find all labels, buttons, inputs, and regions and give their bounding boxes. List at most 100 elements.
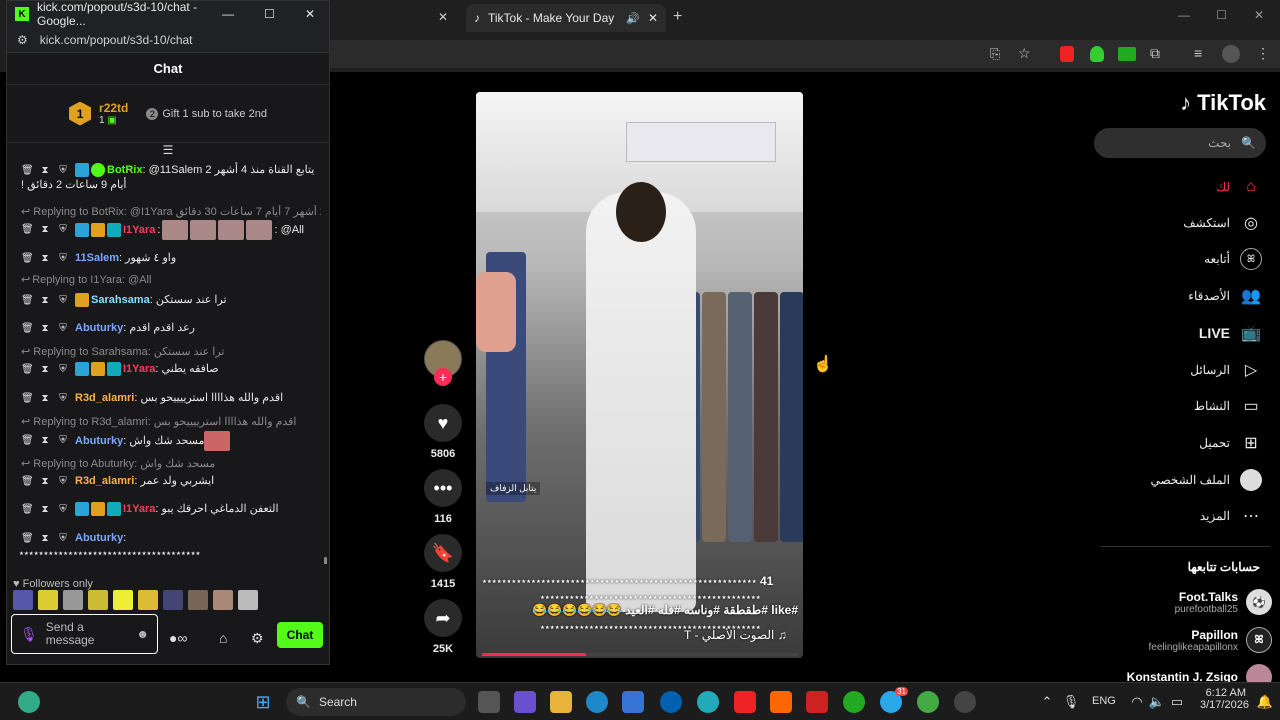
reply-context[interactable]: ↩ Replying to BotRix: @I1Yara يتابع القن… xyxy=(7,205,321,219)
new-tab-button[interactable]: + xyxy=(673,8,682,26)
share-arrow-icon[interactable]: ➦ xyxy=(424,599,462,637)
share-action[interactable]: ➦ 25K xyxy=(424,599,462,655)
menu-dots-icon[interactable]: ⋮ xyxy=(1256,45,1270,62)
chat-username[interactable]: BotRix xyxy=(107,164,142,176)
reply-context[interactable]: ↩ Replying to R3d_alamri: اقدم والله هذا… xyxy=(7,415,321,429)
battery-icon[interactable]: ▭ xyxy=(1166,691,1188,713)
minimize-icon[interactable]: — xyxy=(222,7,234,21)
tiktok-logo[interactable]: ♪ TikTok xyxy=(1180,90,1266,116)
timeout-icon[interactable]: ⧗ xyxy=(39,363,51,377)
hp-icon[interactable] xyxy=(660,691,682,713)
minimize-icon[interactable]: — xyxy=(1178,8,1190,22)
chat-username[interactable]: Abuturky xyxy=(75,532,123,544)
emote-image[interactable] xyxy=(113,590,133,610)
chat-message[interactable]: 🗑 ⧗ ⛨ R3d_alamri: اقدم والله هذاااا استرييي… xyxy=(7,391,321,406)
nav-item-following[interactable]: أتابعه ꕤ xyxy=(1204,248,1262,270)
chat-message[interactable]: 🗑 ⧗ ⛨ 11Salem: واو ٤ شهور xyxy=(7,251,321,266)
emote-image[interactable] xyxy=(238,590,258,610)
comment-action[interactable]: ••• 116 xyxy=(424,469,462,525)
mcafee-icon[interactable] xyxy=(806,691,828,713)
maximize-icon[interactable]: ☐ xyxy=(1216,8,1227,22)
chat-send-button[interactable]: Chat xyxy=(277,622,323,648)
search-icon[interactable]: 🔍 xyxy=(1241,136,1256,150)
app-icon[interactable] xyxy=(697,691,719,713)
settings-gear-icon[interactable]: ⚙ xyxy=(251,630,264,647)
nav-item-live[interactable]: LIVE 📺 xyxy=(1199,322,1262,344)
emote-image[interactable] xyxy=(63,590,83,610)
windows-start-icon[interactable]: ⊞ xyxy=(252,691,274,713)
edge-icon[interactable] xyxy=(586,691,608,713)
close-icon[interactable]: ✕ xyxy=(305,7,315,21)
timeout-icon[interactable]: ⧗ xyxy=(39,322,51,336)
media-control-icon[interactable]: ≡ xyxy=(1194,45,1202,61)
install-icon[interactable]: ⎘ xyxy=(990,46,1000,62)
trash-icon[interactable]: 🗑 xyxy=(21,475,34,489)
chrome-icon[interactable] xyxy=(917,691,939,713)
chevron-up-icon[interactable]: ⌃ xyxy=(1036,691,1058,713)
chat-username[interactable]: I1Yara xyxy=(123,503,155,515)
timeout-icon[interactable]: ⧗ xyxy=(39,503,51,517)
emote-image[interactable] xyxy=(138,590,158,610)
pinned-toggle-icon[interactable]: ☰ xyxy=(7,143,329,159)
chat-username[interactable]: R3d_alamri xyxy=(75,392,134,404)
taskbar-clock[interactable]: 6:12 AM 3/17/2026 xyxy=(1200,687,1249,711)
video-author-tag[interactable]: 41 xyxy=(760,574,773,588)
emote-image[interactable] xyxy=(88,590,108,610)
close-tab-icon[interactable]: ✕ xyxy=(438,10,448,24)
brave-icon[interactable] xyxy=(770,691,792,713)
timeout-icon[interactable]: ⧗ xyxy=(39,475,51,489)
reply-context[interactable]: ↩ Replying to Abuturky: مسحد شك واش xyxy=(7,457,321,471)
trash-icon[interactable]: 🗑 xyxy=(21,252,34,266)
shield-extension-icon[interactable] xyxy=(1090,46,1104,62)
extensions-puzzle-icon[interactable]: ⧉ xyxy=(1150,45,1160,62)
search-input[interactable]: بحث 🔍 xyxy=(1094,128,1266,158)
sound-label[interactable]: T - الصوت الأصلي ♫ xyxy=(684,628,787,642)
chat-message[interactable]: 🗑 ⧗ ⛨ Abuturky: رعد اقدم اقدم xyxy=(7,321,321,336)
nav-item-explore[interactable]: استكشف ◎ xyxy=(1183,212,1262,234)
infinity-icon[interactable]: ●∞ xyxy=(169,630,187,646)
chat-username[interactable]: 11Salem xyxy=(75,252,119,264)
chat-message[interactable]: 🗑 ⧗ ⛨ Abuturky: ٭٭٭٭٭٭٭٭٭٭٭٭٭٭٭٭٭٭٭٭٭٭٭٭٭٭٭… xyxy=(7,531,321,560)
mic-icon[interactable]: 🎙 xyxy=(1060,691,1082,713)
timeout-icon[interactable]: ⧗ xyxy=(39,434,51,448)
volume-icon[interactable]: 🔈 xyxy=(1146,691,1168,713)
comment-icon[interactable]: ••• xyxy=(424,469,462,507)
timeout-icon[interactable]: ⧗ xyxy=(39,532,51,546)
emote-image[interactable] xyxy=(13,590,33,610)
profile-avatar[interactable] xyxy=(1222,45,1240,63)
chrome-icon[interactable] xyxy=(843,691,865,713)
youtube-icon[interactable] xyxy=(734,691,756,713)
follow-plus-icon[interactable]: + xyxy=(434,368,452,386)
timeout-icon[interactable]: ⧗ xyxy=(39,252,51,266)
store-icon[interactable] xyxy=(622,691,644,713)
nav-item-for-you[interactable]: لك ⌂ xyxy=(1216,176,1262,198)
maximize-icon[interactable]: ☐ xyxy=(264,7,275,21)
nav-item-messages[interactable]: الرسائل ▷ xyxy=(1190,359,1262,381)
chat-username[interactable]: R3d_alamri xyxy=(75,475,134,487)
gift-sub-text[interactable]: Gift 1 sub to take 2nd xyxy=(162,108,267,120)
nav-item-activity[interactable]: النشاط ▭ xyxy=(1194,395,1262,417)
caption-hashtags[interactable]: #like #طقطقة #وناسه #فله #العيد 😂😂😂😂😂😂 xyxy=(482,603,798,617)
emote-image[interactable] xyxy=(213,590,233,610)
trash-icon[interactable]: 🗑 xyxy=(21,322,34,336)
save-action[interactable]: 🔖 1415 xyxy=(424,534,462,590)
emote-image[interactable] xyxy=(188,590,208,610)
chat-message[interactable]: 🗑 ⧗ ⛨ Abuturky: مسحد شك واش xyxy=(7,431,321,451)
chat-message[interactable]: 🗑 ⧗ ⛨ BotRix: @11Salem 2 يتابع القناة منذ 4… xyxy=(7,163,321,192)
chat-username[interactable]: I1Yara xyxy=(123,223,155,237)
bookmark-star-icon[interactable]: ☆ xyxy=(1018,45,1031,62)
reply-context[interactable]: ↩ Replying to Sarahsama: ترا عند سستكن xyxy=(7,345,321,359)
chat-message[interactable]: 🗑 ⧗ ⛨ I1Yara:: @All xyxy=(7,219,321,241)
telegram-icon[interactable]: 31 xyxy=(880,687,908,713)
app-icon[interactable] xyxy=(954,691,976,713)
popup-url-bar[interactable]: ⚙ kick.com/popout/s3d-10/chat xyxy=(7,27,329,53)
wifi-icon[interactable]: ◠ xyxy=(1126,691,1148,713)
trash-icon[interactable]: 🗑 xyxy=(21,164,34,178)
nav-item-upload[interactable]: تحميل ⊞ xyxy=(1199,432,1262,454)
chat-message[interactable]: 🗑 ⧗ ⛨ I1Yara: صافقه يطني xyxy=(7,362,321,377)
address-bar[interactable]: ⎘ ☆ ⧉ ≡ ⋮ xyxy=(330,40,1280,68)
copilot-icon[interactable] xyxy=(514,691,536,713)
chat-username[interactable]: Abuturky xyxy=(75,322,123,334)
trash-icon[interactable]: 🗑 xyxy=(21,363,34,377)
trash-icon[interactable]: 🗑 xyxy=(21,503,34,517)
